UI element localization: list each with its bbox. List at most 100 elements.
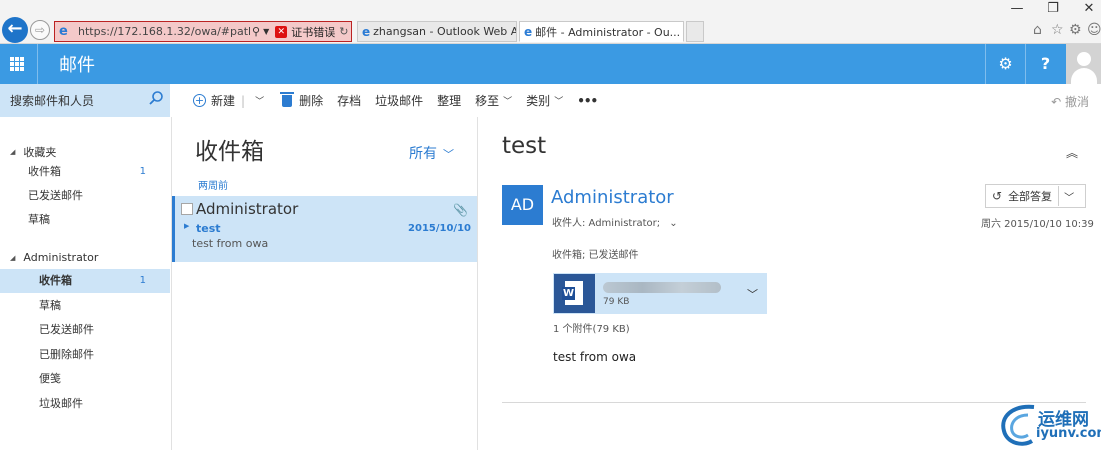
junk-button[interactable]: 垃圾邮件 — [375, 92, 423, 109]
message-preview: test from owa — [192, 237, 269, 250]
folder-item-fav-sent[interactable]: 已发送邮件 — [0, 184, 170, 208]
help-icon: ? — [1040, 54, 1051, 73]
attachment-card[interactable]: W 79 KB ﹀ — [553, 273, 767, 314]
reply-all-icon: ↺ — [992, 189, 1003, 203]
message-datetime: 周六 2015/10/10 10:39 — [981, 219, 1094, 230]
message-folders: 收件箱; 已发送邮件 — [552, 250, 639, 261]
recipients-text: 收件人: Administrator; — [552, 218, 661, 229]
move-button[interactable]: 移至 ﹀ — [475, 92, 512, 109]
sender-name[interactable]: Administrator — [551, 187, 674, 208]
browser-tab-2[interactable]: e 邮件 - Administrator - Ou... × — [519, 21, 684, 42]
undo-button[interactable]: ↶ 撤消 — [1051, 93, 1089, 110]
recipients-line: 收件人: Administrator; ⌄ — [552, 214, 678, 229]
url-text[interactable]: https://172.168.1.32/owa/#path=/ma — [78, 25, 250, 38]
more-button[interactable]: ••• — [577, 93, 598, 108]
unread-count: 1 — [139, 166, 146, 177]
folder-item-fav-inbox[interactable]: 收件箱 1 — [0, 160, 170, 184]
sweep-button[interactable]: 整理 — [437, 92, 461, 109]
search-box[interactable]: 搜索邮件和人员 — [0, 84, 170, 117]
folder-item-fav-drafts[interactable]: 草稿 — [0, 208, 170, 232]
delete-button[interactable]: 删除 — [280, 91, 324, 109]
reply-divider — [1058, 186, 1060, 206]
folder-item-drafts[interactable]: 草稿 — [0, 294, 170, 318]
waffle-icon — [10, 57, 24, 71]
app-title: 邮件 — [59, 55, 95, 76]
folder-label: 已发送邮件 — [28, 189, 83, 202]
folder-item-inbox[interactable]: 收件箱 1 — [0, 269, 170, 293]
collapse-up-icon[interactable]: ︽ — [1066, 144, 1078, 161]
close-window-icon[interactable]: ✕ — [1074, 0, 1101, 18]
new-label: 新建 — [211, 94, 236, 108]
minimize-icon[interactable]: — — [1002, 0, 1032, 18]
folder-label: 已删除邮件 — [39, 348, 94, 361]
forward-button[interactable]: ⇨ — [30, 20, 50, 40]
chevron-down-icon: ﹀ — [503, 97, 513, 107]
new-dropdown-button[interactable]: ﹀ — [251, 94, 264, 107]
folder-item-sent[interactable]: 已发送邮件 — [0, 318, 170, 342]
expand-recipients-icon[interactable]: ⌄ — [669, 218, 677, 229]
dropdown-icon[interactable]: ▼ — [263, 27, 269, 36]
tab-label: zhangsan - Outlook Web A... — [373, 25, 517, 38]
search-icon[interactable]: ⚲ — [252, 25, 260, 38]
home-icon[interactable]: ⌂ — [1033, 22, 1042, 38]
reply-all-button[interactable]: ↺ 全部答复 ﹀ — [985, 184, 1086, 208]
account-header[interactable]: ◢ Administrator — [10, 251, 98, 264]
favorites-header[interactable]: ◢ 收藏夹 — [10, 144, 56, 160]
account-label: Administrator — [23, 251, 99, 264]
back-button[interactable]: ← — [2, 17, 28, 43]
favorites-label: 收藏夹 — [23, 146, 57, 159]
new-tab-button[interactable] — [686, 21, 704, 42]
new-divider: | — [241, 93, 246, 108]
search-input[interactable]: 搜索邮件和人员 — [10, 92, 94, 109]
message-date: 2015/10/10 — [408, 223, 471, 234]
folder-item-deleted[interactable]: 已删除邮件 — [0, 343, 170, 367]
chevron-down-icon[interactable]: ﹀ — [747, 286, 758, 302]
smiley-icon[interactable]: ☺ — [1087, 22, 1101, 38]
cert-error-label[interactable]: 证书错误 — [291, 24, 335, 40]
settings-gear-icon[interactable]: ⚙ — [1069, 22, 1082, 38]
refresh-icon[interactable]: ↻ — [339, 25, 348, 38]
category-label: 类别 — [526, 94, 551, 108]
archive-button[interactable]: 存档 — [337, 92, 361, 109]
category-button[interactable]: 类别 ﹀ — [526, 92, 563, 109]
pane-divider — [171, 117, 172, 450]
word-doc-icon: W — [554, 274, 595, 313]
chevron-down-icon: ﹀ — [443, 148, 454, 161]
restore-icon[interactable]: ❐ — [1038, 0, 1068, 18]
folder-label: 草稿 — [28, 213, 50, 226]
search-icon[interactable] — [148, 90, 164, 106]
browser-tab-1[interactable]: e zhangsan - Outlook Web A... — [357, 21, 517, 42]
folder-label: 收件箱 — [28, 165, 61, 178]
app-launcher-button[interactable] — [0, 44, 34, 84]
collapse-triangle-icon: ◢ — [10, 148, 16, 156]
attachment-name-redacted — [603, 282, 721, 293]
cert-error-icon[interactable]: ✕ — [275, 25, 288, 38]
favorites-star-icon[interactable]: ☆ — [1051, 22, 1064, 38]
folder-item-junk[interactable]: 垃圾邮件 — [0, 392, 170, 416]
watermark-swirl-icon — [1001, 404, 1035, 446]
new-button[interactable]: + 新建 — [193, 92, 235, 109]
folder-label: 已发送邮件 — [39, 323, 94, 336]
chevron-down-icon: ﹀ — [554, 97, 564, 107]
delete-label: 删除 — [299, 94, 324, 108]
tab-label: 邮件 - Administrator - Ou... — [535, 25, 681, 39]
list-item[interactable]: Administrator 📎 ▶ test 2015/10/10 test f… — [172, 196, 477, 262]
list-title: 收件箱 — [195, 139, 264, 165]
undo-label: 撤消 — [1064, 95, 1089, 109]
folder-item-notes[interactable]: 便笺 — [0, 367, 170, 391]
header-divider — [37, 44, 38, 84]
expand-caret-icon[interactable]: ▶ — [184, 222, 189, 230]
address-bar[interactable]: e https://172.168.1.32/owa/#path=/ma ⚲ ▼… — [54, 21, 352, 42]
message-body: test from owa — [553, 350, 637, 364]
select-checkbox[interactable] — [181, 203, 193, 215]
settings-button[interactable]: ⚙ — [985, 44, 1025, 84]
avatar[interactable] — [1066, 44, 1101, 84]
ie-logo-icon: e — [59, 23, 68, 39]
chevron-down-icon[interactable]: ﹀ — [1064, 189, 1074, 204]
watermark-logo: 运维网 iyunv.com — [998, 401, 1101, 449]
help-button[interactable]: ? — [1025, 44, 1065, 84]
date-group-header: 两周前 — [198, 181, 228, 192]
move-label: 移至 — [475, 94, 500, 108]
filter-dropdown[interactable]: 所有 ﹀ — [409, 143, 454, 163]
more-icon: ••• — [577, 93, 598, 108]
